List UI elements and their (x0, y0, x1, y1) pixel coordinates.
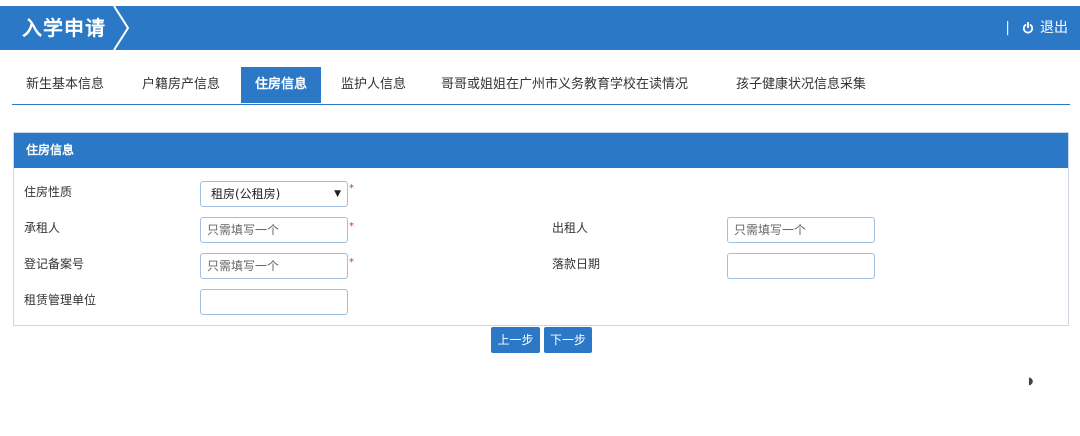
tenant-input[interactable] (200, 217, 348, 243)
registration-number-label: 登记备案号 (24, 257, 85, 271)
tab-housing-info[interactable]: 住房信息 (241, 67, 322, 103)
dropdown-caret-icon: ▼ (334, 189, 341, 199)
tab-child-health-info[interactable]: 孩子健康状况信息采集 (736, 67, 866, 103)
registration-number-input[interactable] (200, 253, 348, 279)
landlord-input[interactable] (727, 217, 875, 243)
management-unit-input[interactable] (200, 289, 348, 315)
management-unit-label: 租赁管理单位 (24, 293, 97, 307)
housing-type-select[interactable]: 租房(公租房) ▼ (200, 181, 348, 207)
camera-icon: ◗ (1028, 376, 1034, 387)
landlord-label: 出租人 (552, 221, 589, 235)
header-separator: | (1005, 20, 1010, 36)
tab-guardian-info[interactable]: 监护人信息 (341, 67, 406, 103)
logout-label: 退出 (1040, 20, 1068, 36)
required-mark: * (349, 221, 354, 232)
logout-button[interactable]: | 退出 (1005, 6, 1068, 50)
top-header: 入学申请 | 退出 (0, 6, 1080, 50)
housing-type-value: 租房(公租房) (211, 187, 281, 201)
page-title: 入学申请 (22, 16, 106, 40)
breadcrumb-arrow-icon (113, 6, 130, 50)
prev-step-button[interactable]: 上一步 (491, 327, 540, 353)
required-mark: * (349, 257, 354, 268)
required-mark: * (349, 183, 354, 194)
tab-student-basic-info[interactable]: 新生基本信息 (26, 67, 104, 103)
tab-sibling-school-info[interactable]: 哥哥或姐姐在广州市义务教育学校在读情况 (441, 67, 688, 103)
tenant-label: 承租人 (24, 221, 61, 235)
power-icon (1022, 22, 1034, 34)
tab-household-property-info[interactable]: 户籍房产信息 (142, 67, 220, 103)
settle-date-label: 落款日期 (552, 257, 601, 271)
tab-bar: 新生基本信息 户籍房产信息 住房信息 监护人信息 哥哥或姐姐在广州市义务教育学校… (12, 67, 1070, 105)
next-step-button[interactable]: 下一步 (544, 327, 592, 353)
settle-date-input[interactable] (727, 253, 875, 279)
housing-info-panel: 住房信息 住房性质 租房(公租房) ▼ * 承租人 * 出租人 登记备案号 * … (13, 132, 1069, 326)
panel-title: 住房信息 (14, 133, 1068, 168)
housing-type-label: 住房性质 (24, 185, 73, 199)
